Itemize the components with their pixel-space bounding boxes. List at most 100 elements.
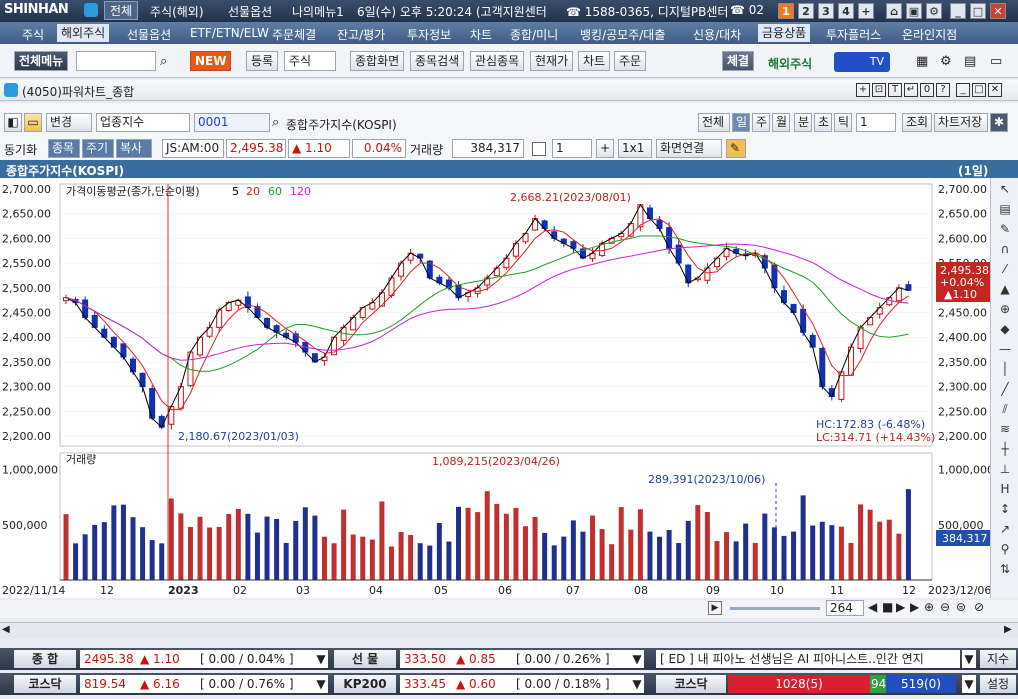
nav-first-icon[interactable]: ◀ (868, 600, 877, 614)
menu-item-stock[interactable]: 주식 (22, 26, 44, 43)
scroll-right-icon[interactable]: ▶ (708, 601, 722, 615)
chart-area[interactable]: 2,700.00 2,700.00 2,650.00 2,650.00 2,600.00… (0, 178, 994, 598)
window-close-icon[interactable]: ✕ (988, 83, 1002, 97)
kosdaq-dropdown-icon[interactable]: ▼ (314, 675, 328, 693)
kp200-dropdown-icon[interactable]: ▼ (630, 675, 644, 693)
screen-icon[interactable]: ▭ (24, 113, 42, 132)
nav-next-icon[interactable]: ▶ (896, 600, 905, 614)
trend-tool-icon[interactable]: ╱ (996, 380, 1014, 398)
fill-button[interactable]: 체결 (722, 51, 755, 71)
zoom-reset-icon[interactable]: ⊜ (956, 600, 966, 614)
window-font-button[interactable]: T (888, 83, 902, 97)
menu-my-menu[interactable]: 나의메뉴1 (292, 3, 344, 20)
gann-tool-icon[interactable]: ↕ (996, 500, 1014, 518)
tv-button[interactable]: TV (834, 52, 890, 72)
window-zero-button[interactable]: 0 (920, 83, 934, 97)
code-search-icon[interactable]: ⌕ (272, 115, 279, 130)
nav-stop-icon[interactable]: ■ (882, 600, 893, 614)
menu-item-mini[interactable]: 종합/미니 (510, 26, 558, 43)
period-second[interactable]: 초 (814, 113, 832, 132)
window-pin-icon[interactable]: ⊡ (872, 83, 886, 97)
screen-link-button[interactable]: 화면연결 (656, 139, 722, 158)
menu-item-futures[interactable]: 선물옵션 (127, 26, 171, 43)
arrow-tool-icon[interactable]: ↗ (996, 520, 1014, 538)
menu-item-etf[interactable]: ETF/ETN/ELW (190, 26, 269, 40)
news-ticker[interactable]: [ ED ] 내 피아노 선생님은 AI 피아니스트..인간 연지 (656, 650, 960, 668)
home-icon[interactable]: ⌂ (886, 3, 902, 19)
screen-3-button[interactable]: 3 (818, 3, 834, 19)
draw-tool-icon[interactable]: ⁄ (996, 260, 1014, 278)
zoom-in-icon[interactable]: ⊕ (924, 600, 934, 614)
unit-checkbox[interactable] (532, 142, 546, 156)
menu-futures[interactable]: 선물옵션 (228, 3, 272, 20)
count-select[interactable]: 1 (856, 113, 896, 132)
menu-item-orders[interactable]: 주문체결 (272, 26, 316, 43)
menu-item-online[interactable]: 온라인지점 (902, 26, 957, 43)
screen-add-button[interactable]: + (858, 3, 874, 19)
tab-copy[interactable]: 복사 (116, 139, 152, 158)
minimize-icon[interactable]: _ (950, 3, 966, 19)
tab-item[interactable]: 종목 (48, 139, 80, 158)
index-button[interactable]: 지수 (980, 650, 1016, 668)
sync-label[interactable]: 동기화 (4, 141, 37, 158)
change-select[interactable]: 변경 (46, 113, 92, 132)
menu-stock-overseas[interactable]: 주식(해외) (150, 3, 204, 20)
calculator-icon[interactable]: ▦ (916, 54, 928, 69)
composite-dropdown-icon[interactable]: ▼ (314, 650, 328, 668)
overseas-stock-link[interactable]: 해외주식 (768, 55, 812, 72)
pen-icon[interactable]: ✎ (726, 139, 746, 158)
breadth-dropdown-icon[interactable]: ▼ (962, 675, 976, 693)
period-week[interactable]: 주 (752, 113, 770, 132)
box-tool-icon[interactable]: H (996, 480, 1014, 498)
period-minute[interactable]: 분 (794, 113, 812, 132)
ratio-button[interactable]: 1x1 (618, 139, 652, 158)
channel-tool-icon[interactable]: ⫽ (996, 400, 1014, 418)
lock-icon[interactable]: ▣ (906, 3, 922, 19)
period-month[interactable]: 월 (772, 113, 790, 132)
menu-item-products[interactable]: 금융상품 (758, 24, 811, 42)
menu-item-credit[interactable]: 신용/대차 (693, 26, 741, 43)
new-badge[interactable]: NEW (190, 51, 232, 71)
code-input[interactable]: 0001 (194, 113, 270, 132)
screen-1-button[interactable]: 1 (778, 3, 794, 19)
monitor-icon[interactable]: ▭ (990, 54, 1002, 69)
query-button[interactable]: 조회 (902, 113, 932, 132)
cross-tool-icon[interactable]: ┼ (996, 440, 1014, 458)
news-dropdown-icon[interactable]: ▼ (962, 650, 976, 668)
overview-button[interactable]: 종합화면 (350, 51, 405, 71)
scroll-right-end-icon[interactable]: ▶ (1004, 624, 1012, 635)
zoom-fit-icon[interactable]: ⊘ (974, 600, 984, 614)
lock-tool-icon[interactable]: ⊕ (996, 300, 1014, 318)
menu-item-banking[interactable]: 뱅킹/공모주/대출 (580, 26, 665, 43)
market-select[interactable]: 주식 (284, 51, 336, 71)
maximize-icon[interactable]: □ (970, 3, 986, 19)
search-icon[interactable]: ⌕ (160, 54, 167, 69)
settings-icon[interactable]: ⚙ (940, 54, 952, 69)
window-minimize-icon[interactable]: _ (956, 83, 970, 97)
all-menu-button[interactable]: 전체메뉴 (14, 51, 69, 71)
period-all[interactable]: 전체 (698, 113, 730, 132)
order-button[interactable]: 주문 (614, 51, 647, 71)
window-help-button[interactable]: ? (936, 83, 950, 97)
eraser-tool-icon[interactable]: ◆ (996, 320, 1014, 338)
fill-tool-icon[interactable]: ▲ (996, 280, 1014, 298)
nav-last-icon[interactable]: ▶ (910, 600, 919, 614)
panel-toggle-icon[interactable]: ◧ (4, 113, 22, 132)
menu-item-balance[interactable]: 잔고/평가 (337, 26, 385, 43)
pitch-tool-icon[interactable]: ⚲ (996, 540, 1014, 558)
erase-tool-icon[interactable]: ✎ (996, 220, 1014, 238)
scale-tool-icon[interactable]: ⇅ (996, 560, 1014, 578)
fib-tool-icon[interactable]: ≋ (996, 420, 1014, 438)
current-price-button[interactable]: 현재가 (530, 51, 574, 71)
magnet-tool-icon[interactable]: ∩ (996, 240, 1014, 258)
menu-all[interactable]: 전체 (104, 1, 139, 20)
bar-count-input[interactable]: 264 (826, 600, 864, 616)
window-maximize-icon[interactable]: □ (972, 83, 986, 97)
menu-item-overseas[interactable]: 해외주식 (57, 24, 110, 42)
gear-icon[interactable]: ⚙ (926, 3, 942, 19)
period-day[interactable]: 일 (732, 113, 750, 132)
window-link-icon[interactable]: ↵ (904, 83, 918, 97)
menu-item-chart[interactable]: 차트 (470, 26, 492, 43)
chart-svg[interactable]: 2,700.00 2,700.00 2,650.00 2,650.00 2,600.00… (0, 178, 994, 598)
zoom-out-icon[interactable]: ⊖ (940, 600, 950, 614)
